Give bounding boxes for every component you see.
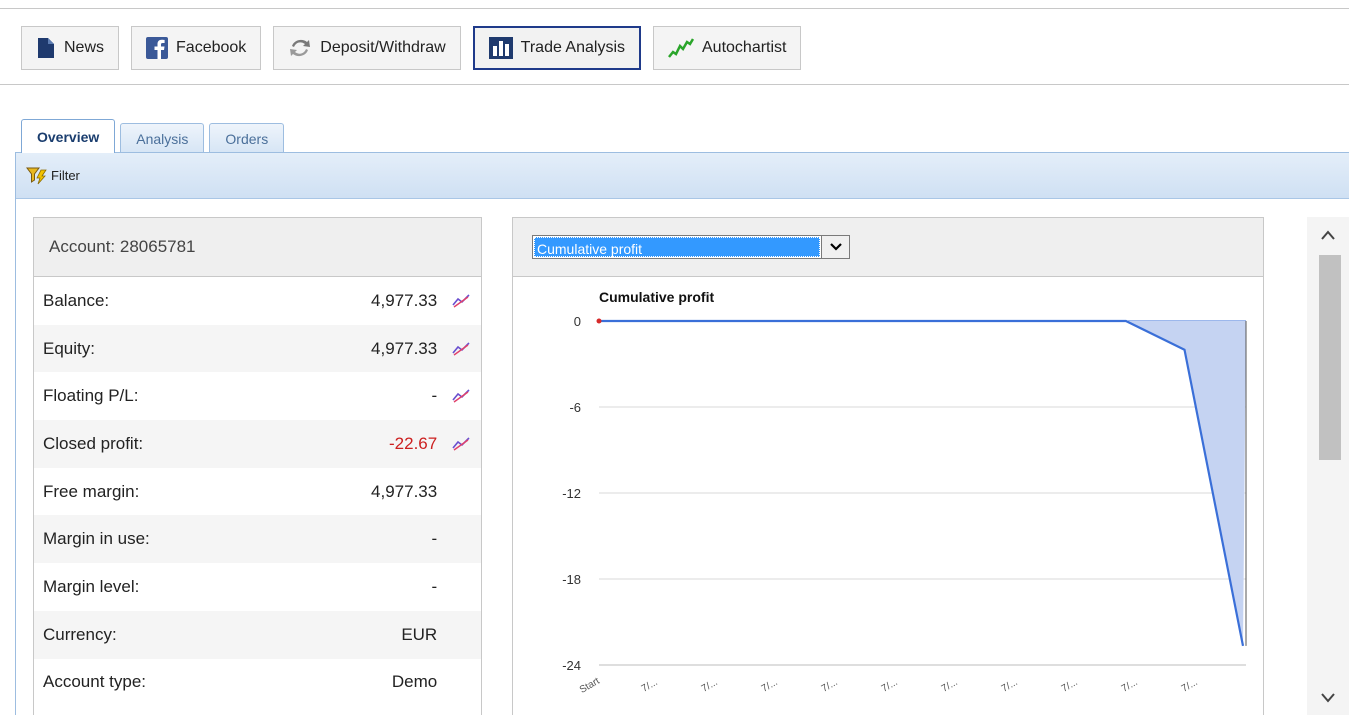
document-icon <box>36 37 56 59</box>
x-tick-label: 7/... <box>760 677 780 695</box>
chart-header: Cumulative profit <box>513 218 1263 277</box>
trend-chart-icon[interactable] <box>451 436 481 452</box>
account-row-value: -22.67 <box>389 433 438 453</box>
x-tick-label: 7/... <box>820 677 840 695</box>
x-tick-label: 7/... <box>880 677 900 695</box>
chart-card: Cumulative profit Cumulative profit 0 -6 -1… <box>512 217 1264 715</box>
account-row: Free margin: 4,977.33 <box>34 468 481 516</box>
y-tick-label: -6 <box>569 400 581 415</box>
account-row-value: - <box>431 529 438 549</box>
trend-chart-icon[interactable] <box>451 293 481 309</box>
account-row-value: 4,977.33 <box>371 338 438 358</box>
account-row-value: 4,977.33 <box>371 481 438 501</box>
account-row: Closed profit: -22.67 <box>34 420 481 468</box>
top-divider <box>0 8 1349 9</box>
scroll-down-icon[interactable] <box>1307 679 1349 715</box>
exchange-arrows-icon <box>288 37 312 59</box>
account-row-label: Equity: <box>43 338 95 358</box>
account-row-value: - <box>431 386 438 406</box>
account-row-label: Free margin: <box>43 481 140 501</box>
account-rows: Balance: 4,977.33 Equity: 4,977.33 Floating … <box>34 277 481 706</box>
account-row-label: Margin in use: <box>43 529 150 549</box>
x-tick-label: 7/... <box>1120 677 1140 695</box>
y-tick-label: -12 <box>562 486 581 501</box>
y-tick-label: 0 <box>574 314 581 329</box>
overview-panel: Filter Account: 28065781 Balance: 4,977.3… <box>15 152 1349 715</box>
trend-chart-icon[interactable] <box>451 388 481 404</box>
scroll-up-icon[interactable] <box>1307 217 1349 253</box>
news-button-label: News <box>64 39 105 56</box>
x-tick-label: 7/... <box>1060 677 1080 695</box>
tab-orders[interactable]: Orders <box>209 123 285 153</box>
account-row-label: Balance: <box>43 290 110 310</box>
account-row-label: Floating P/L: <box>43 386 139 406</box>
account-row-value: - <box>431 576 438 596</box>
tab-strip: Overview Analysis Orders <box>21 119 289 153</box>
trend-chart-icon[interactable] <box>451 341 481 357</box>
account-row-label: Account type: <box>43 672 147 692</box>
chart-type-select-value: Cumulative profit <box>534 237 820 257</box>
filter-label: Filter <box>51 168 80 183</box>
account-title: Account: 28065781 <box>34 218 481 277</box>
x-tick-label: 7/... <box>940 677 960 695</box>
toolbar: News Facebook Deposit/Withdraw Trade Ana… <box>21 26 813 70</box>
facebook-button-label: Facebook <box>176 39 247 56</box>
facebook-button[interactable]: Facebook <box>131 26 262 70</box>
scrollbar-thumb[interactable] <box>1319 255 1341 460</box>
tab-analysis[interactable]: Analysis <box>120 123 205 153</box>
account-row: Floating P/L: - <box>34 372 481 420</box>
trade-analysis-button-label: Trade Analysis <box>520 39 625 56</box>
account-row-value: Demo <box>391 672 438 692</box>
account-row-label: Currency: <box>43 624 117 644</box>
filter-button[interactable]: Filter <box>16 153 1349 199</box>
account-row: Equity: 4,977.33 <box>34 324 481 373</box>
deposit-withdraw-button-label: Deposit/Withdraw <box>320 39 446 56</box>
tab-overview[interactable]: Overview <box>21 119 116 153</box>
autochartist-button[interactable]: Autochartist <box>653 26 802 70</box>
x-tick-label: 7/... <box>640 677 660 695</box>
bar-chart-icon <box>488 37 513 59</box>
x-tick-label: 7/... <box>1180 677 1200 695</box>
toolbar-divider <box>0 84 1349 85</box>
account-row: Currency: EUR <box>34 610 481 659</box>
y-tick-label: -18 <box>562 572 581 587</box>
x-tick-label: 7/... <box>700 677 720 695</box>
autochartist-button-label: Autochartist <box>702 39 787 56</box>
filter-icon <box>26 167 48 185</box>
facebook-icon <box>146 37 169 59</box>
account-row-label: Closed profit: <box>43 433 144 453</box>
start-marker <box>596 318 602 324</box>
chevron-down-icon[interactable] <box>821 236 849 258</box>
account-row: Margin level: - <box>34 563 481 611</box>
profit-line <box>599 319 1245 647</box>
account-row-label: Margin level: <box>43 576 140 596</box>
account-row: Balance: 4,977.33 <box>34 277 481 325</box>
y-tick-label: -24 <box>562 658 581 673</box>
vertical-scrollbar[interactable] <box>1307 217 1349 715</box>
chart-title: Cumulative profit <box>599 289 714 305</box>
profit-area <box>599 321 1246 646</box>
x-tick-label: Start <box>578 676 602 696</box>
news-button[interactable]: News <box>21 26 120 70</box>
account-row: Account type: Demo <box>34 659 481 707</box>
green-trend-icon <box>668 37 694 59</box>
deposit-withdraw-button[interactable]: Deposit/Withdraw <box>273 26 461 70</box>
account-row-value: EUR <box>401 624 438 644</box>
account-row-value: 4,977.33 <box>371 290 438 310</box>
account-summary-card: Account: 28065781 Balance: 4,977.33 Equity… <box>33 217 482 715</box>
chart-type-select[interactable]: Cumulative profit <box>532 235 850 259</box>
account-row: Margin in use: - <box>34 515 481 564</box>
x-tick-label: 7/... <box>1000 677 1020 695</box>
cumulative-profit-chart: Cumulative profit 0 -6 -12 -18 -24 Start 7/... 7… <box>562 289 1247 696</box>
trade-analysis-button[interactable]: Trade Analysis <box>472 26 641 70</box>
